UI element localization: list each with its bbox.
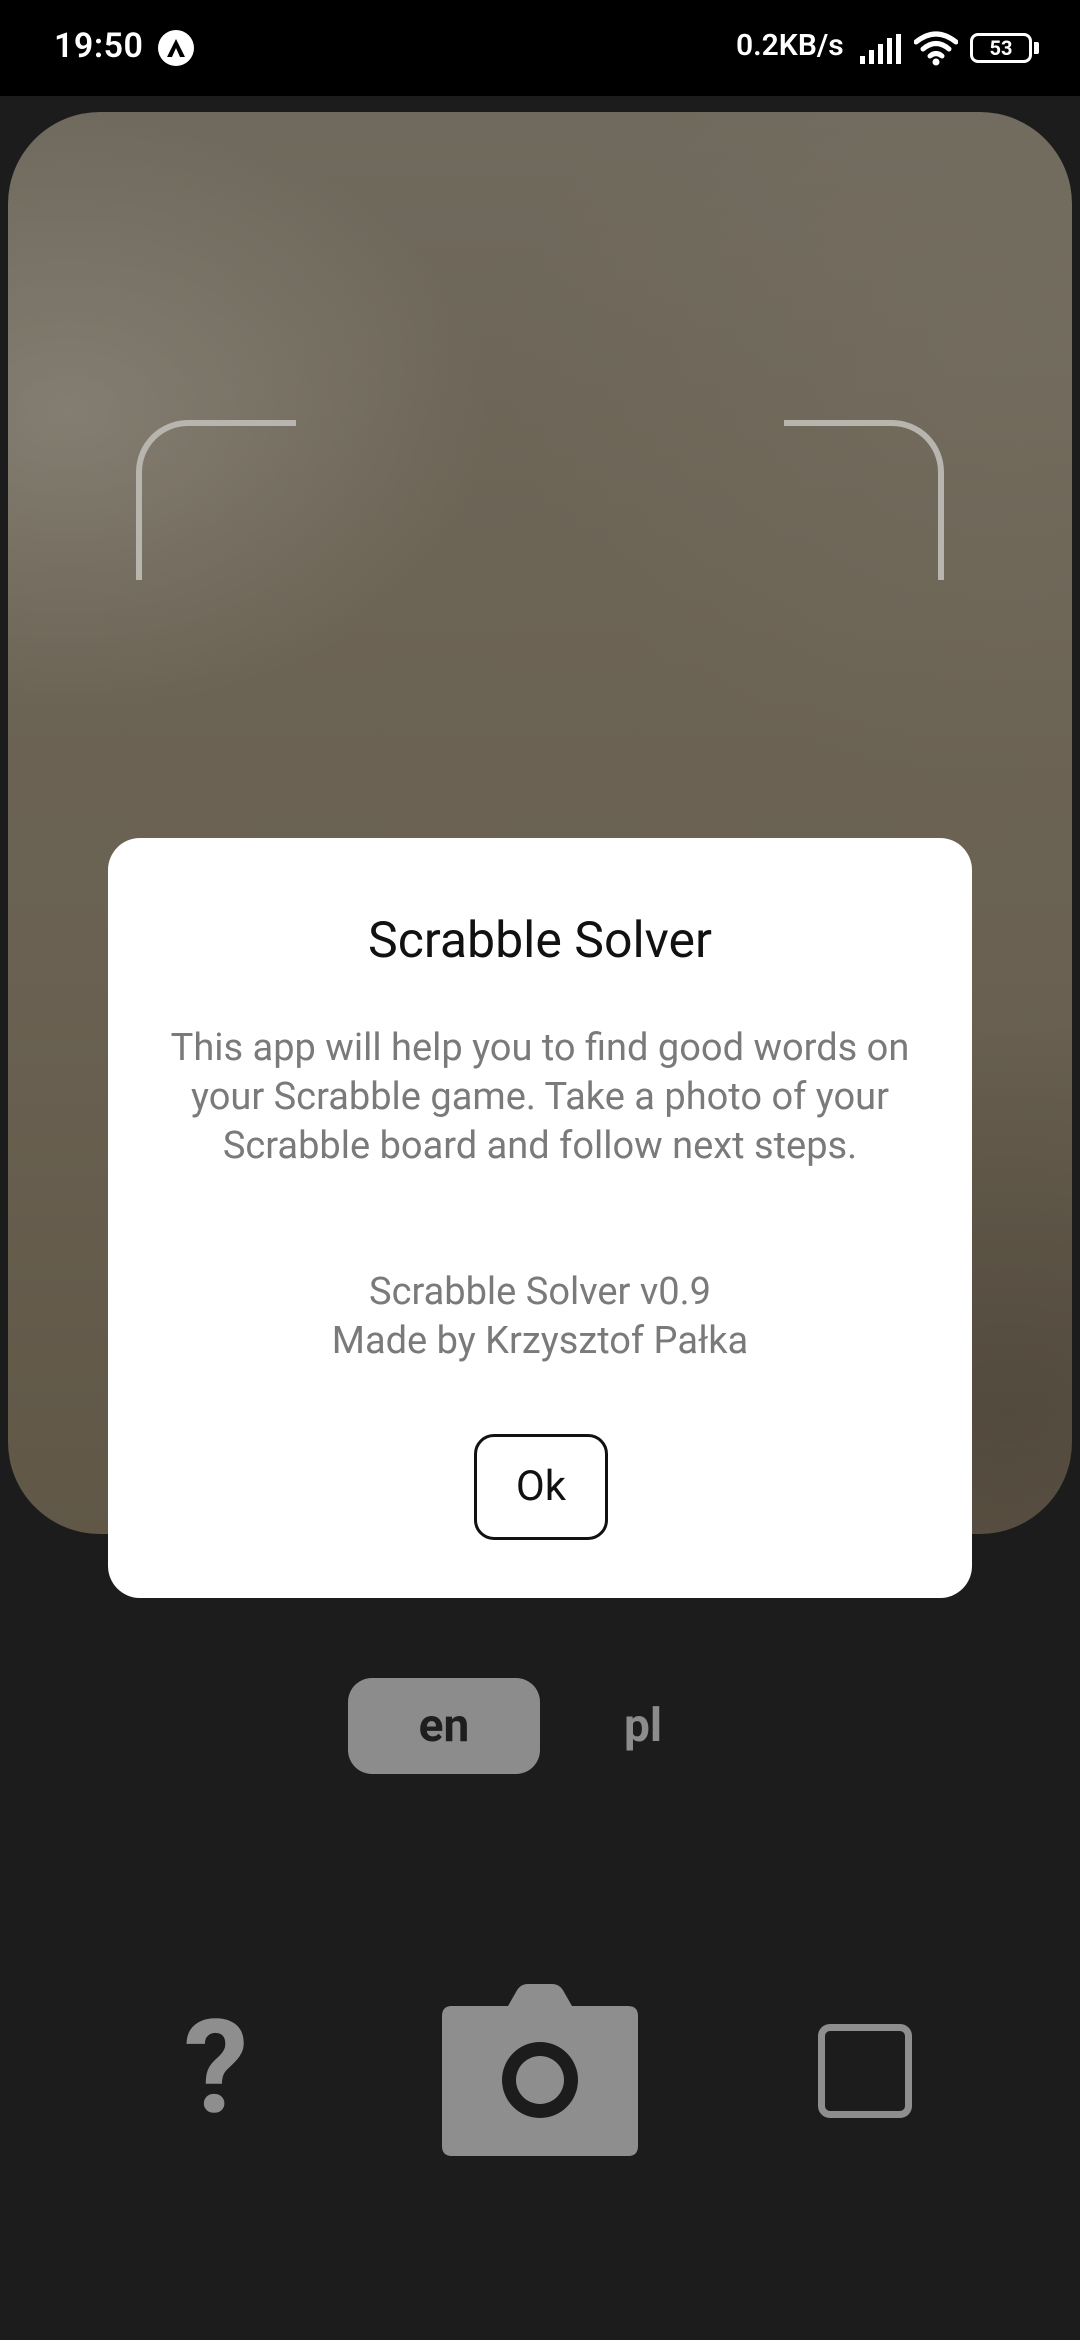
app-version: Scrabble Solver v0.9: [369, 1270, 711, 1314]
camera-icon[interactable]: [442, 1984, 638, 2156]
scan-bracket-top-left: [136, 420, 296, 580]
battery-level: 53: [989, 36, 1013, 60]
scan-bracket-top-right: [784, 420, 944, 580]
about-dialog: Scrabble Solver This app will help you t…: [108, 838, 972, 1598]
dialog-meta: Scrabble Solver v0.9 Made by Krzysztof P…: [148, 1268, 932, 1366]
dialog-description: This app will help you to find good word…: [170, 1026, 910, 1168]
a-circle-icon: [158, 30, 194, 66]
wifi-icon: [913, 30, 959, 70]
signal-icon: [860, 34, 902, 68]
battery-nub: [1034, 42, 1039, 54]
language-option-pl[interactable]: pl: [598, 1678, 688, 1774]
app-author: Made by Krzysztof Pałka: [331, 1319, 749, 1363]
status-time: 19:50: [54, 26, 144, 66]
battery-icon: 53: [970, 33, 1032, 63]
network-speed: 0.2KB/s: [736, 28, 844, 63]
screen: 19:50 0.2KB/s 53 Scrabble Solver This ap…: [0, 0, 1080, 2340]
status-bar: 19:50 0.2KB/s 53: [0, 0, 1080, 96]
question-mark-icon[interactable]: ?: [170, 2003, 262, 2133]
square-icon[interactable]: [818, 2024, 912, 2118]
dialog-title: Scrabble Solver: [368, 912, 712, 970]
language-option-en[interactable]: en: [348, 1678, 540, 1774]
ok-button[interactable]: Ok: [474, 1434, 608, 1540]
